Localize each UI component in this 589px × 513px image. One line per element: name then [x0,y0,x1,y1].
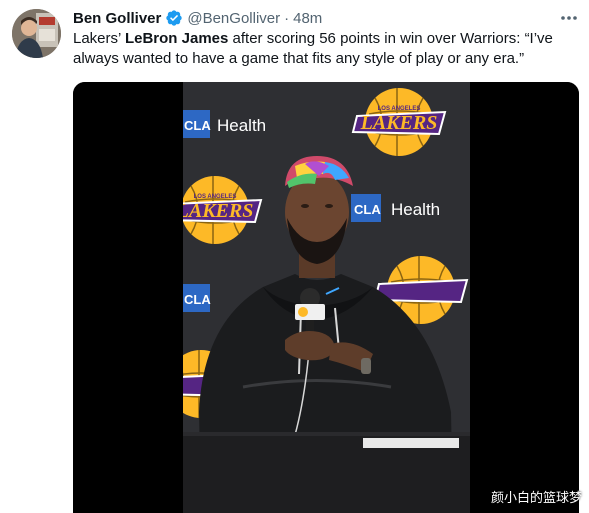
tweet[interactable]: Ben Golliver @BenGolliver · 48m Lakers’ … [0,0,589,513]
cla-text-1: CLA [184,118,211,133]
tweet-text-mention: LeBron James [124,30,229,47]
author-name[interactable]: Ben Golliver [73,10,161,27]
tweet-video[interactable]: CLA Health LOS ANGELES LAKERS LOS ANGELE… [73,82,579,513]
cla-text-3: CLA [184,292,211,307]
lakers-text-2: LAKERS [176,200,254,222]
tweet-header: Ben Golliver @BenGolliver · 48m [73,8,322,28]
header-separator: · [284,9,290,27]
health-text-1: Health [217,116,266,135]
more-options-icon[interactable] [558,8,580,28]
avatar[interactable] [12,9,61,58]
tweet-text-part-1: Lakers’ [73,30,125,47]
lakers-text-1: LAKERS [360,112,438,134]
verified-badge-icon [165,9,183,27]
health-text-2: Health [391,200,440,219]
ucla-health-logo: CLA [183,284,211,312]
cla-text-2: CLA [354,202,381,217]
author-handle[interactable]: @BenGolliver [187,10,280,27]
watermark: 颜小白的篮球梦 [491,490,583,505]
tweet-text: Lakers’ LeBron James after scoring 56 po… [73,29,578,69]
timestamp[interactable]: 48m [293,10,322,27]
